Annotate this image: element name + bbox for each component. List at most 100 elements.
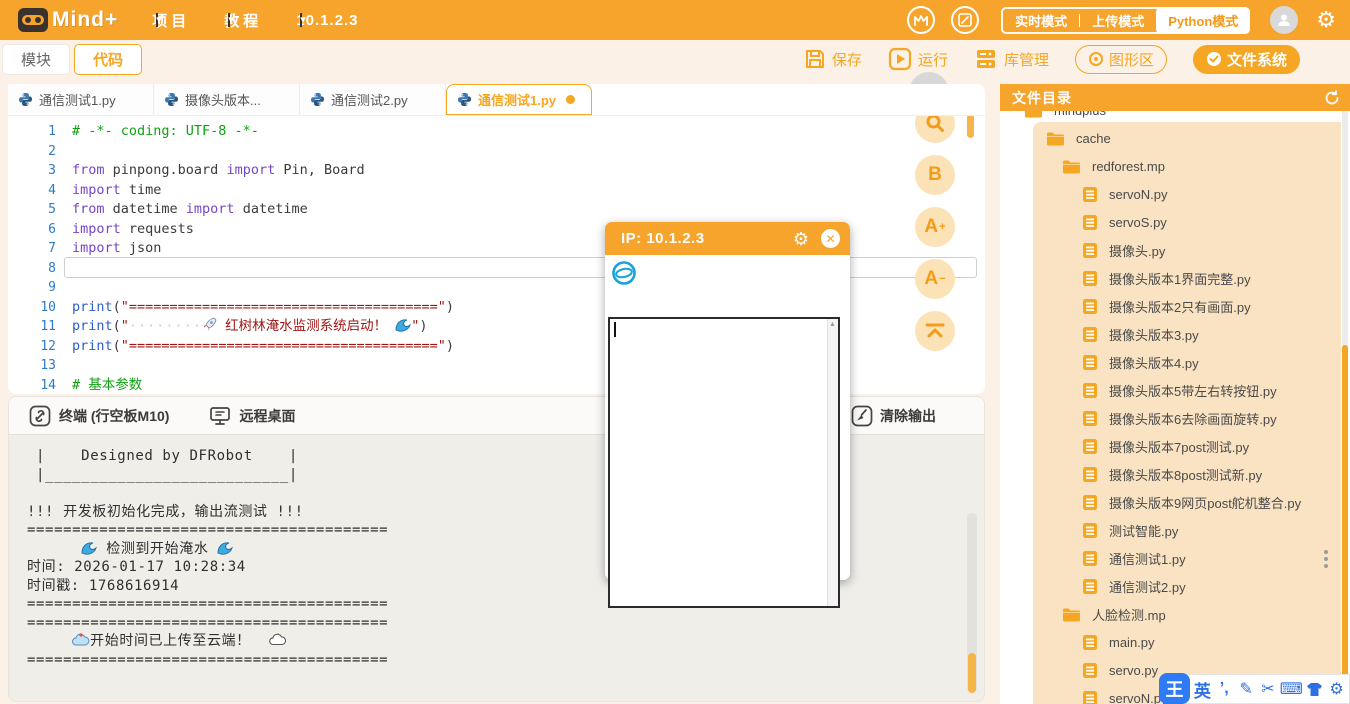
mode-separator (1079, 14, 1080, 27)
font-increase-button[interactable]: A+ (915, 207, 955, 247)
menu-tutorial[interactable]: 教程▾ (224, 10, 262, 31)
maker-badge-icon (913, 13, 929, 27)
window-gear-icon[interactable]: ⚙ (793, 230, 809, 248)
file-row-摄像头版本9网页post舵机整合.py[interactable]: 摄像头版本9网页post舵机整合.py (1082, 488, 1301, 516)
ip-window-header[interactable]: IP: 10.1.2.3 ⚙ ✕ (605, 222, 850, 255)
user-icon (1276, 12, 1292, 28)
ime-handwriting-icon[interactable]: ✎ (1237, 679, 1256, 699)
file-panel-title: 文件目录 (1012, 88, 1072, 108)
file-row-摄像头版本6去除画面旋转.py[interactable]: 摄像头版本6去除画面旋转.py (1082, 404, 1277, 432)
run-button[interactable]: 运行 (888, 47, 948, 71)
ime-settings-gear-icon[interactable]: ⚙ (1327, 679, 1346, 699)
graphics-area-button[interactable]: 图形区 (1075, 45, 1167, 74)
file-tree: mindpluscacheredforest.mpservoN.pyservoS… (1000, 84, 1350, 704)
file-row-通信测试2.py[interactable]: 通信测试2.py (1082, 572, 1186, 600)
terminal-line: ======================================== (27, 595, 984, 614)
line-number-gutter: 1234567891011121314 (8, 122, 56, 394)
file-panel-header: 文件目录 (1000, 84, 1350, 111)
ime-skin-icon[interactable] (1305, 682, 1324, 697)
mode-realtime[interactable]: 实时模式 (1015, 11, 1067, 30)
file-row-menu-icon[interactable] (1323, 547, 1329, 571)
settings-gear-icon[interactable]: ⚙ (1316, 9, 1336, 31)
box-scrollbar[interactable] (827, 319, 838, 606)
editor-tab-0[interactable]: 通信测试1.py (8, 84, 154, 115)
scroll-top-button[interactable] (915, 311, 955, 351)
terminal-line: _ (27, 688, 984, 703)
bold-button[interactable]: B (915, 155, 955, 195)
remote-desktop-tab[interactable]: 远程桌面 (209, 406, 295, 426)
code-line-1: # -*- coding: UTF-8 -*- (72, 122, 975, 142)
view-tab-blocks[interactable]: 模块 (2, 44, 70, 75)
loading-spinner-icon (611, 260, 637, 291)
link-icon (29, 405, 51, 427)
monitor-icon (209, 406, 231, 426)
file-row-servo.py[interactable]: servo.py (1082, 656, 1158, 684)
chevron-down-icon: ▾ (156, 13, 158, 27)
view-tab-code[interactable]: 代码 (74, 44, 142, 75)
editor-tabstrip: 通信测试1.py摄像头版本...通信测试2.py通信测试1.py (8, 84, 985, 116)
file-row-servoS.py[interactable]: servoS.py (1082, 208, 1167, 236)
check-circle-icon (1206, 51, 1222, 67)
file-row-摄像头版本5带左右转按钮.py[interactable]: 摄像头版本5带左右转按钮.py (1082, 376, 1277, 404)
avatar[interactable] (1270, 6, 1298, 34)
ip-window-title: IP: 10.1.2.3 (621, 230, 705, 247)
font-decrease-button[interactable]: A− (915, 259, 955, 299)
menu-version[interactable]: 10.1.2.3▾ (296, 12, 358, 29)
ime-logo[interactable]: 王 (1159, 673, 1190, 704)
unsaved-dot (566, 95, 575, 104)
file-row-通信测试1.py[interactable]: 通信测试1.py (1082, 544, 1186, 572)
terminal-scrollbar[interactable] (968, 653, 976, 693)
broom-icon (851, 405, 873, 427)
mode-upload[interactable]: 上传模式 (1092, 11, 1144, 30)
editor-scrollbar[interactable] (967, 114, 974, 138)
refresh-icon[interactable] (1324, 90, 1340, 106)
text-caret (614, 322, 616, 337)
clear-output-button[interactable]: 清除输出 (836, 397, 936, 435)
editor-tab-1[interactable]: 摄像头版本... (154, 84, 300, 115)
file-row-摄像头版本8post测试新.py[interactable]: 摄像头版本8post测试新.py (1082, 460, 1262, 488)
file-row-摄像头版本4.py[interactable]: 摄像头版本4.py (1082, 348, 1199, 376)
folder-row-cache[interactable]: cache (1046, 124, 1111, 152)
edit-project-icon[interactable] (951, 6, 979, 34)
library-manager-button[interactable]: 库管理 (974, 47, 1049, 71)
save-button[interactable]: 保存 (804, 48, 862, 70)
mindplus-logo: Mind+ (18, 8, 118, 32)
file-system-button[interactable]: 文件系统 (1193, 45, 1300, 74)
community-icon[interactable] (907, 6, 935, 34)
ime-punctuation-toggle[interactable]: ’, (1215, 680, 1234, 698)
ip-window-body (605, 255, 850, 580)
file-row-摄像头版本2只有画面.py[interactable]: 摄像头版本2只有画面.py (1082, 292, 1251, 320)
file-row-摄像头.py[interactable]: 摄像头.py (1082, 236, 1165, 264)
ime-keyboard-icon[interactable]: ⌨ (1280, 679, 1302, 699)
file-row-servoN.py[interactable]: servoN.py (1082, 180, 1168, 208)
file-row-main.py[interactable]: main.py (1082, 628, 1155, 656)
rocket-icon (202, 318, 217, 334)
mode-python-active[interactable]: Python模式 (1156, 7, 1250, 34)
video-text-box[interactable] (608, 317, 840, 608)
target-icon (1088, 51, 1104, 67)
terminal-line: 开始时间已上传至云端！ (27, 632, 984, 651)
ime-lang-toggle[interactable]: 英 (1193, 677, 1212, 702)
code-line-5: from datetime import datetime (72, 200, 975, 220)
terminal-tab[interactable]: 终端 (行空板M10) (29, 405, 169, 427)
file-row-摄像头版本1界面完整.py[interactable]: 摄像头版本1界面完整.py (1082, 264, 1251, 292)
terminal-line: ======================================== (27, 614, 984, 633)
ime-clipboard-scissors-icon[interactable]: ✂ (1258, 679, 1277, 699)
file-directory-panel: mindpluscacheredforest.mpservoN.pyservoS… (1000, 84, 1350, 704)
folder-row-人脸检测.mp[interactable]: 人脸检测.mp (1062, 600, 1166, 628)
folder-row-redforest.mp[interactable]: redforest.mp (1062, 152, 1165, 180)
ip-camera-window: IP: 10.1.2.3 ⚙ ✕ (605, 222, 850, 580)
file-row-servoN.py[interactable]: servoN.py (1082, 684, 1168, 704)
file-row-测试智能.py[interactable]: 测试智能.py (1082, 516, 1178, 544)
window-close-icon[interactable]: ✕ (821, 229, 840, 248)
editor-float-buttons: B A+ A− (915, 103, 955, 363)
top-menubar: Mind+ 项目▾ 教程▾ 10.1.2.3▾ 实时模式 上传模式 Python… (0, 0, 1350, 40)
menu-project[interactable]: 项目▾ (152, 10, 190, 31)
editor-tab-2[interactable]: 通信测试2.py (300, 84, 446, 115)
file-row-摄像头版本3.py[interactable]: 摄像头版本3.py (1082, 320, 1199, 348)
tree-scrollbar[interactable] (1342, 345, 1348, 704)
terminal-line: ======================================== (27, 651, 984, 670)
file-row-摄像头版本7post测试.py[interactable]: 摄像头版本7post测试.py (1082, 432, 1249, 460)
editor-tab-3[interactable]: 通信测试1.py (446, 84, 592, 115)
chevron-down-icon: ▾ (228, 13, 230, 27)
